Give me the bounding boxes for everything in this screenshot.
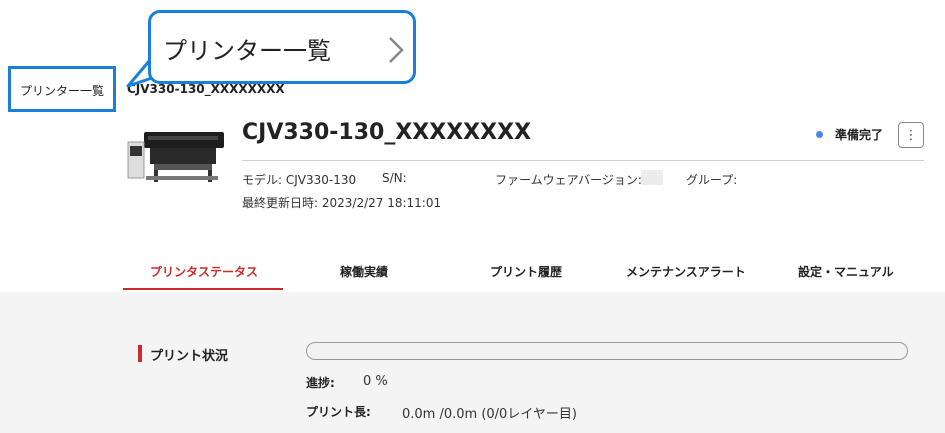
print-length-label: プリント長: (306, 405, 371, 419)
progress-label: 進捗: (306, 376, 335, 390)
active-tab-indicator (123, 288, 283, 290)
serial-number: S/N: (382, 171, 407, 185)
print-status-title: プリント状況 (150, 349, 229, 364)
tab-printer-status[interactable]: プリンタステータス (150, 263, 258, 280)
status-dot-icon (816, 131, 823, 138)
chevron-right-icon (389, 37, 404, 63)
breadcrumb-printer-list-link[interactable]: プリンター一覧 (20, 82, 104, 99)
model-info: モデル: CJV330-130 (242, 173, 357, 187)
group-info: グループ: (686, 173, 738, 187)
print-length-value: 0.0m /0.0m (0/0レイヤー目) (402, 407, 577, 422)
status-indicator: 準備完了 (816, 126, 883, 143)
progress-value: 0 % (363, 374, 388, 389)
callout-text: プリンター一覧 (163, 37, 331, 65)
firmware-value-redacted (641, 170, 663, 185)
printer-image (127, 132, 224, 182)
header-divider (242, 160, 924, 161)
tab-settings-manual[interactable]: 設定・マニュアル (798, 263, 894, 280)
tab-operation-record[interactable]: 稼働実績 (340, 263, 388, 280)
kebab-menu-icon[interactable]: ⋮ (898, 122, 924, 148)
printer-name: CJV330-130_XXXXXXXX (242, 120, 532, 145)
print-progress-bar (306, 342, 908, 360)
status-label: 準備完了 (835, 128, 884, 142)
section-accent-bar (138, 345, 142, 362)
last-updated: 最終更新日時: 2023/2/27 18:11:01 (242, 196, 442, 210)
breadcrumb-separator: › (112, 82, 117, 96)
tab-maintenance-alert[interactable]: メンテナンスアラート (626, 263, 746, 280)
tab-print-history[interactable]: プリント履歴 (490, 263, 562, 280)
firmware-version: ファームウェアバージョン: (495, 173, 642, 187)
